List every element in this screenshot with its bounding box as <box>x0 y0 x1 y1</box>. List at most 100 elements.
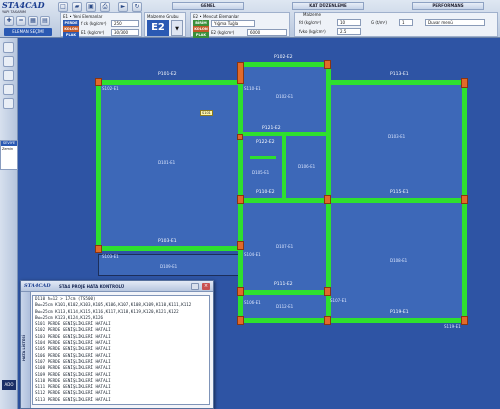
column[interactable] <box>461 78 468 88</box>
fvko-label: fvko (kg/cm²) <box>299 29 326 34</box>
column-label: S119-E1 <box>444 324 461 329</box>
e1-field[interactable]: 30/300 <box>111 29 139 36</box>
move-tool-icon[interactable] <box>3 56 14 67</box>
column[interactable] <box>95 245 102 253</box>
column-label: S110-E1 <box>244 86 261 91</box>
e1-label: E1 (kg/cm²) <box>81 30 105 35</box>
slab-large-left[interactable] <box>98 82 240 248</box>
new-elements-panel: E1 • Yeni Elemanlar PERDE KOLON PLAK f c… <box>60 12 142 38</box>
element-select-button[interactable]: ELEMAN SEÇİMİ <box>4 28 52 36</box>
beam-mid-left[interactable] <box>238 62 243 322</box>
e2-field[interactable]: 6000 <box>247 29 287 36</box>
tool-column-icon[interactable]: ✚ <box>4 16 14 26</box>
beam-label: P122-E2 <box>256 140 275 145</box>
beam-top-left[interactable] <box>96 80 242 85</box>
error-check-dialog: STA4CAD STA4 PROJE HATA KONTROLÜ × HATA … <box>20 280 214 409</box>
column[interactable] <box>324 60 331 69</box>
error-list[interactable]: D110 h=12 > 17cm (TS500) Bw=25cm K101,K1… <box>32 295 210 405</box>
column[interactable] <box>324 287 331 296</box>
column[interactable] <box>324 316 331 325</box>
column[interactable] <box>95 78 102 86</box>
slab-label: D106-E1 <box>298 164 316 169</box>
existing-elements-panel: E2 • Mevcut Elemanlar BİRİM KOLON PLAK Y… <box>190 12 290 38</box>
fck-field[interactable]: 250 <box>111 20 139 27</box>
beam-bottom-left[interactable] <box>96 246 242 251</box>
slab-label: D109-E1 <box>160 264 178 269</box>
tab-performans[interactable]: PERFORMANS <box>412 2 484 10</box>
open-folder-icon[interactable]: ▰ <box>72 2 82 12</box>
column[interactable] <box>237 241 244 250</box>
material-group-value[interactable]: E2 <box>147 20 169 36</box>
column-label: S107-E1 <box>330 298 347 303</box>
dialog-titlebar: STA4CAD STA4 PROJE HATA KONTROLÜ × <box>21 281 213 292</box>
level-value[interactable]: Zemin <box>1 146 17 152</box>
slab-label: D103-E1 <box>388 134 406 139</box>
beam-label: P103-E1 <box>158 239 177 244</box>
level-panel-header: SEVİYE <box>1 141 17 146</box>
copy-tool-icon[interactable] <box>3 70 14 81</box>
print-icon[interactable]: ⎙ <box>100 2 110 12</box>
slab-label: D102-E1 <box>276 94 294 99</box>
wall-menu-dropdown[interactable]: Duvar menü <box>425 19 485 26</box>
new-elements-header: E1 • Yeni Elemanlar <box>63 14 103 19</box>
slab-top-mid[interactable] <box>240 64 328 134</box>
dialog-logo: STA4CAD <box>24 283 51 289</box>
column-label: S102-E1 <box>102 86 119 91</box>
slab-label: D112-E1 <box>276 304 294 309</box>
zoom-tool-icon[interactable] <box>3 98 14 109</box>
refresh-icon[interactable]: ↻ <box>132 2 142 12</box>
slab-label: D101-E1 <box>158 160 176 165</box>
beam-bottom[interactable] <box>238 318 466 323</box>
slab-right-top[interactable] <box>328 82 464 202</box>
fd-label: fd (kg/cm²) <box>299 20 322 25</box>
error-line[interactable]: S113 PERDE GENİŞLİKLERİ HATALI <box>33 397 209 403</box>
g-field[interactable]: 1 <box>399 19 413 26</box>
beam-top-right[interactable] <box>326 80 466 85</box>
tab-kat-duzenleme[interactable]: KAT DÜZENLEME <box>292 2 364 10</box>
column[interactable] <box>324 195 331 204</box>
tool-wall-icon[interactable]: ▤ <box>40 16 50 26</box>
chevron-down-icon[interactable]: ▼ <box>171 20 183 36</box>
level-panel: SEVİYE Zemin <box>0 140 18 170</box>
delete-tool-icon[interactable] <box>3 84 14 95</box>
status-indicator: ADO <box>2 380 16 390</box>
app-title: STA4CAD <box>2 0 45 10</box>
column[interactable] <box>237 134 243 140</box>
column[interactable] <box>237 62 244 84</box>
beam-h-162[interactable] <box>238 198 466 203</box>
beam-h-254[interactable] <box>238 290 330 295</box>
g-label: G (t/m²) <box>371 20 387 25</box>
close-icon[interactable]: × <box>202 283 210 290</box>
beam-label: P110-E2 <box>256 190 275 195</box>
column[interactable] <box>237 316 244 325</box>
beam-left[interactable] <box>96 80 101 250</box>
print-icon[interactable] <box>191 283 199 290</box>
slab-label: D105-E1 <box>252 170 270 175</box>
column[interactable] <box>237 287 244 296</box>
save-icon[interactable]: ▣ <box>86 2 96 12</box>
selected-element-tag: S101 <box>200 110 213 116</box>
beam-mid-right[interactable] <box>326 62 331 322</box>
e2-label: E2 (kg/cm²) <box>211 30 235 35</box>
existing-material-dropdown[interactable]: Yığma Tuğla <box>211 20 255 27</box>
new-file-icon[interactable]: □ <box>58 2 68 12</box>
dialog-side-label: HATA LİSTESİ <box>22 334 26 362</box>
error-line[interactable]: Bw=25cm K101,K102,K103,K105,K106,K107,K1… <box>33 302 209 308</box>
select-tool-icon[interactable] <box>3 42 14 53</box>
column-label: S103-E1 <box>102 254 119 259</box>
app-logo: STA4CAD YAPI TASARIM <box>2 0 45 15</box>
beam-small[interactable] <box>250 156 276 159</box>
existing-elements-header: E2 • Mevcut Elemanlar <box>193 14 240 19</box>
tool-beam-icon[interactable]: ═ <box>16 16 26 26</box>
beam-top-mid[interactable] <box>238 62 330 67</box>
beam-v-266[interactable] <box>282 132 286 202</box>
column[interactable] <box>461 316 468 325</box>
tool-slab-icon[interactable]: ▦ <box>28 16 38 26</box>
column[interactable] <box>461 195 468 204</box>
run-icon[interactable]: ► <box>118 2 128 12</box>
dialog-sidebar: HATA LİSTESİ <box>21 292 31 408</box>
column[interactable] <box>237 195 244 204</box>
tab-genel[interactable]: GENEL <box>172 2 244 10</box>
fvko-field[interactable]: 2.5 <box>337 28 361 35</box>
fd-field[interactable]: 10 <box>337 19 361 26</box>
